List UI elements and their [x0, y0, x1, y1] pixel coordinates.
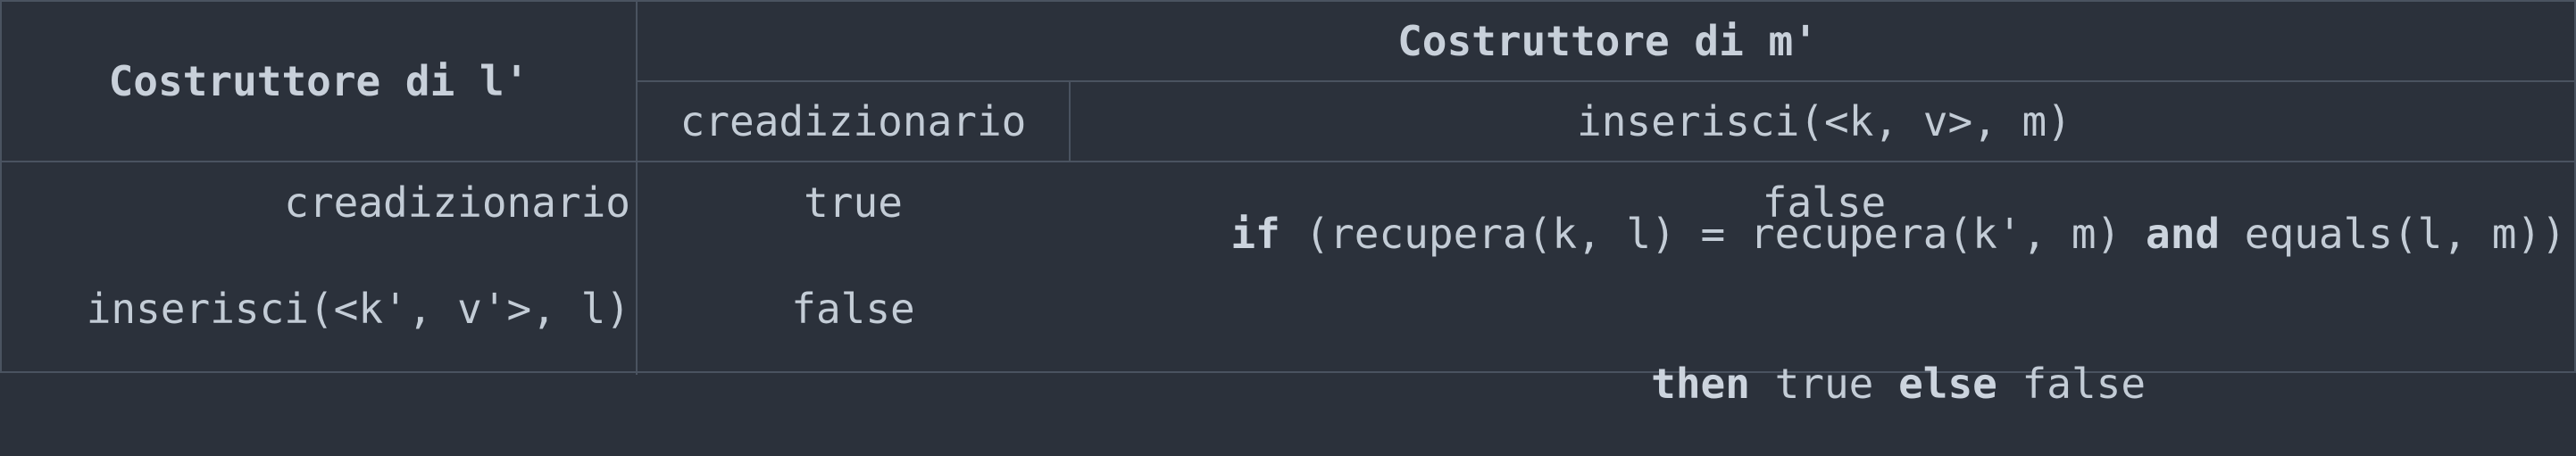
keyword-and: and [2146, 210, 2221, 258]
row-label-inserisci: inserisci(<k', v'>, l) [86, 285, 630, 333]
row2-value-1: false [791, 285, 915, 333]
header-constructor-l: Costruttore di l' [108, 57, 529, 105]
keyword-if: if [1230, 210, 1280, 258]
header-constructor-m: Costruttore di m' [1397, 17, 1818, 65]
keyword-else: else [1898, 360, 1997, 408]
keyword-then: then [1651, 360, 1750, 408]
expression-part-2: equals(l, m)) [2220, 210, 2566, 258]
subheader-creadizionario: creadizionario [679, 97, 1027, 145]
subheader-inserisci: inserisci(<k, v>, m) [1577, 97, 2072, 145]
comparison-table: Costruttore di l' Costruttore di m' crea… [0, 0, 2576, 408]
expression-line-2: then true else false [1503, 311, 2146, 456]
else-value: false [1997, 360, 2147, 408]
then-value: true [1749, 360, 1899, 408]
expression-line-1: if (recupera(k, l) = recupera(k', m) and… [1082, 162, 2566, 306]
row-label-creadizionario: creadizionario [284, 178, 630, 227]
row2-expression: if (recupera(k, l) = recupera(k', m) and… [1071, 210, 2576, 408]
row1-value-1: true [804, 178, 903, 227]
expression-part-1: (recupera(k, l) = recupera(k', m) [1280, 210, 2147, 258]
